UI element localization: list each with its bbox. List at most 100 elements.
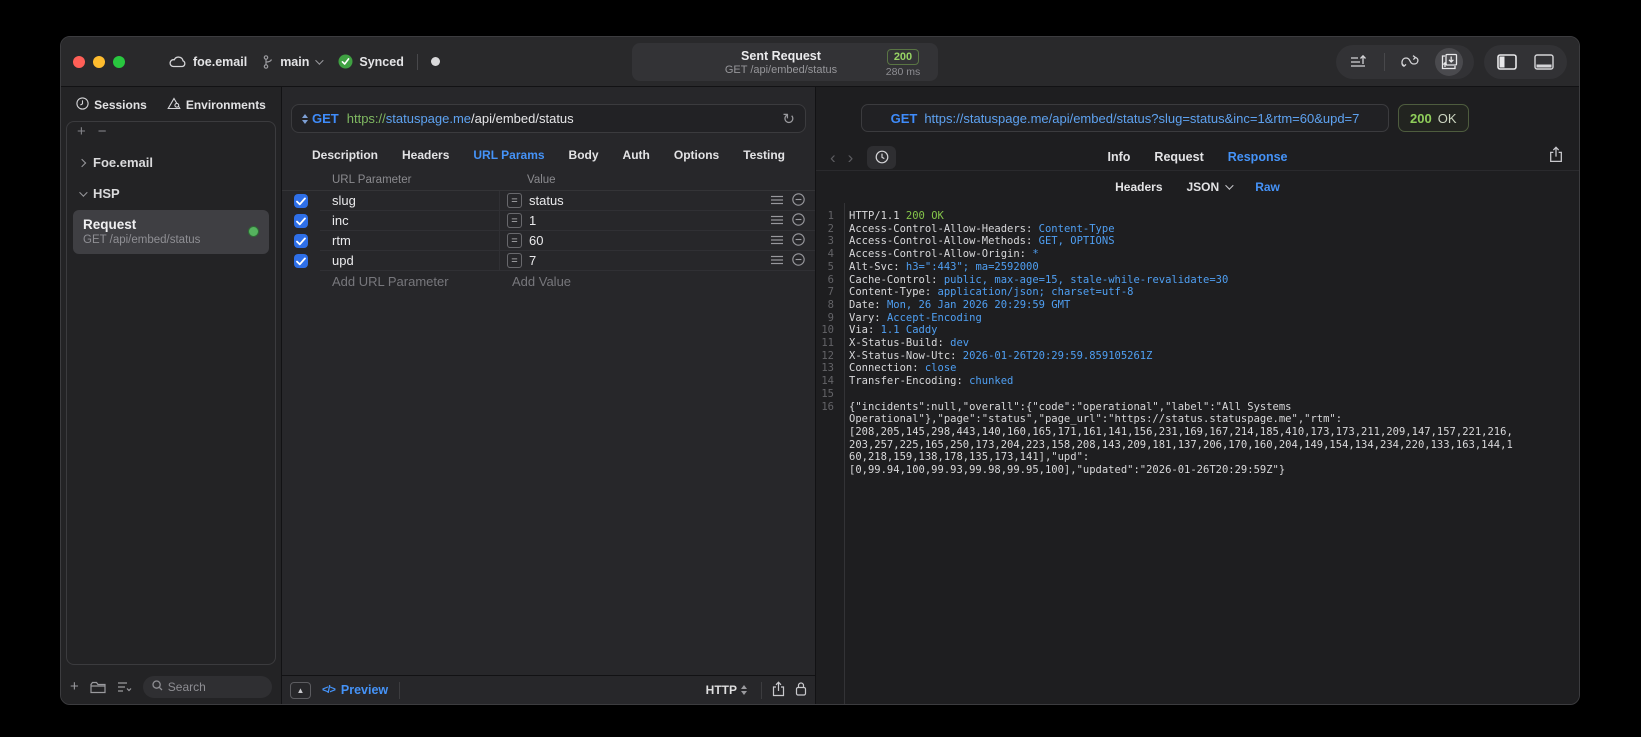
new-folder-button[interactable] <box>90 681 106 694</box>
param-enabled-checkbox[interactable] <box>294 194 308 208</box>
tree-item-foe-email[interactable]: Foe.email <box>67 147 275 178</box>
remove-param-button[interactable] <box>792 232 805 249</box>
tab-environments[interactable]: Environments <box>167 97 266 113</box>
tab-sessions[interactable]: Sessions <box>76 97 147 113</box>
search-input[interactable] <box>167 680 263 694</box>
tab-testing[interactable]: Testing <box>743 148 785 162</box>
reorder-handle-icon[interactable] <box>771 253 783 268</box>
reorder-handle-icon[interactable] <box>771 213 783 228</box>
tab-headers[interactable]: Headers <box>402 148 449 162</box>
response-panel: GET https://statuspage.me/api/embed/stat… <box>816 87 1579 704</box>
close-window-button[interactable] <box>73 55 85 68</box>
tab-url-params[interactable]: URL Params <box>473 148 544 162</box>
app-window: foe.email main Synced Sent Request GET /… <box>60 36 1580 705</box>
response-body[interactable]: 1 HTTP/1.1 200 OK 2 Access-Control-Allow-He… <box>816 203 1579 704</box>
code-line: 9 Vary: Accept-Encoding <box>827 311 982 324</box>
collapse-panel-button[interactable]: ▲ <box>290 681 311 699</box>
list-filter-button[interactable] <box>117 681 132 693</box>
add-request-button[interactable]: + <box>70 679 79 694</box>
code-line: 1 HTTP/1.1 200 OK <box>827 210 944 222</box>
param-row: upd = 7 <box>282 251 815 271</box>
tab-auth[interactable]: Auth <box>623 148 650 162</box>
tab-response[interactable]: Response <box>1228 150 1288 164</box>
sidebar: Sessions Environments + − Foe.email HSP … <box>61 87 282 704</box>
import-export-button[interactable] <box>1435 47 1463 76</box>
zoom-window-button[interactable] <box>113 55 125 68</box>
request-success-dot <box>248 226 259 237</box>
flow-loop-button[interactable] <box>1398 50 1422 74</box>
history-forward-button[interactable]: › <box>848 149 854 166</box>
history-back-button[interactable]: ‹ <box>830 149 836 166</box>
remove-param-button[interactable] <box>792 252 805 269</box>
unsaved-indicator-dot <box>430 57 440 66</box>
share-response-button[interactable] <box>1549 146 1563 168</box>
preview-button[interactable]: </> Preview <box>322 683 388 697</box>
response-status-code: 200 <box>1410 110 1432 126</box>
param-value-field[interactable]: 7 <box>529 253 536 268</box>
toggle-bottom-panel-button[interactable] <box>1532 50 1556 74</box>
tree-item-hsp[interactable]: HSP <box>67 178 275 209</box>
code-line: 10 Via: 1.1 Caddy <box>821 324 938 337</box>
remove-param-button[interactable] <box>792 192 805 209</box>
sync-status[interactable]: Synced <box>338 54 404 69</box>
subtab-json[interactable]: JSON <box>1187 180 1234 194</box>
subtab-raw[interactable]: Raw <box>1255 180 1280 194</box>
param-name-field[interactable]: slug <box>320 191 500 211</box>
toggle-left-panel-button[interactable] <box>1495 50 1519 74</box>
request-status-pill[interactable]: Sent Request GET /api/embed/status 200 2… <box>632 43 938 81</box>
param-name-field[interactable]: upd <box>320 251 500 271</box>
response-url-pill[interactable]: GET https://statuspage.me/api/embed/stat… <box>861 104 1389 132</box>
param-value-field[interactable]: 1 <box>529 213 536 228</box>
code-line: Operational"},"page":"status","page_url"… <box>849 413 1343 426</box>
protocol-selector[interactable]: HTTP <box>706 683 751 697</box>
equals-icon: = <box>507 193 522 208</box>
code-line: 3 Access-Control-Allow-Methods: GET, OPTI… <box>827 235 1115 248</box>
branch-selector[interactable]: main <box>262 55 325 69</box>
synced-check-icon <box>338 54 353 69</box>
code-line: 6 Cache-Control: public, max-age=15, stal… <box>827 273 1229 286</box>
tab-options[interactable]: Options <box>674 148 719 162</box>
response-order-button[interactable] <box>1347 50 1371 74</box>
sidebar-search[interactable] <box>142 676 272 698</box>
history-button[interactable] <box>867 145 897 169</box>
column-header-url-parameter: URL Parameter <box>332 174 412 186</box>
tab-info[interactable]: Info <box>1108 150 1131 164</box>
minimize-window-button[interactable] <box>93 55 105 68</box>
request-url-bar[interactable]: GET https://statuspage.me/api/embed/stat… <box>291 104 806 133</box>
resend-request-icon[interactable]: ↻ <box>782 110 795 128</box>
tab-description[interactable]: Description <box>312 148 378 162</box>
param-value-field[interactable]: 60 <box>529 233 543 248</box>
subtab-headers[interactable]: Headers <box>1115 180 1162 194</box>
add-param-value-placeholder[interactable]: Add Value <box>500 271 815 291</box>
lock-icon[interactable] <box>795 681 807 699</box>
param-name-field[interactable]: rtm <box>320 231 500 251</box>
request-method: GET <box>312 111 339 126</box>
add-param-row[interactable]: Add URL Parameter Add Value <box>282 271 815 291</box>
tab-request[interactable]: Request <box>1154 150 1203 164</box>
reorder-handle-icon[interactable] <box>771 193 783 208</box>
titlebar: foe.email main Synced Sent Request GET /… <box>61 37 1579 87</box>
response-status-text: OK <box>1437 110 1457 126</box>
param-enabled-checkbox[interactable] <box>294 234 308 248</box>
add-session-button[interactable]: + <box>77 124 86 139</box>
param-name-field[interactable]: inc <box>320 211 500 231</box>
tab-body[interactable]: Body <box>569 148 599 162</box>
share-request-button[interactable] <box>772 680 785 700</box>
chevron-down-icon <box>79 187 88 197</box>
project-cloud-menu[interactable]: foe.email <box>169 55 247 69</box>
remove-session-button[interactable]: − <box>98 124 107 139</box>
remove-param-button[interactable] <box>792 212 805 229</box>
request-list-item-selected[interactable]: Request GET /api/embed/status <box>73 210 269 254</box>
divider <box>761 681 762 699</box>
reorder-handle-icon[interactable] <box>771 233 783 248</box>
param-row: slug = status <box>282 191 815 211</box>
param-enabled-checkbox[interactable] <box>294 214 308 228</box>
param-value-field[interactable]: status <box>529 193 564 208</box>
add-param-name-placeholder[interactable]: Add URL Parameter <box>320 271 500 291</box>
url-scheme: https:// <box>346 111 386 126</box>
response-method: GET <box>890 110 918 126</box>
code-line: 16 {"incidents":null,"overall":{"code":"o… <box>821 400 1292 413</box>
response-tabs: Info Request Response <box>1108 150 1288 164</box>
param-enabled-checkbox[interactable] <box>294 254 308 268</box>
code-line: 12 X-Status-Now-Utc: 2026-01-26T20:29:59.… <box>821 349 1153 362</box>
